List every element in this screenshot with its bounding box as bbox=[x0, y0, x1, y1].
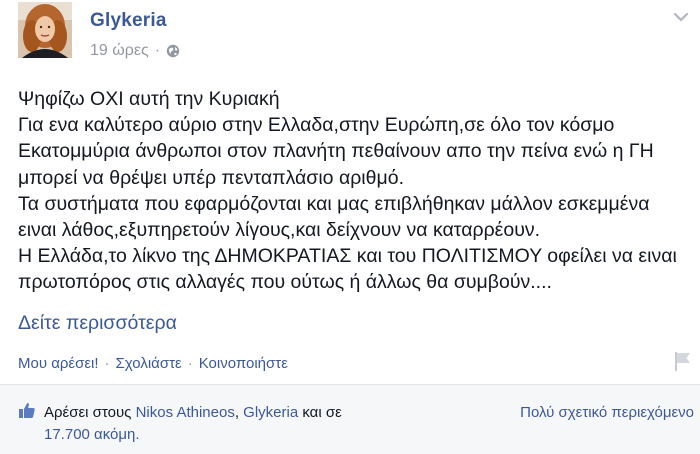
profile-photo bbox=[18, 2, 72, 58]
facebook-post: Glykeria 19 ώρες · Ψηφίζω ΟΧΙ αυτή την Κ… bbox=[0, 0, 700, 454]
post-line: μπορεί να θρέψει υπέρ πενταπλάσιο αριθμό… bbox=[18, 166, 404, 189]
avatar[interactable] bbox=[18, 2, 72, 58]
post-body: Ψηφίζω ΟΧΙ αυτή την Κυριακή Για ενα καλύ… bbox=[18, 86, 700, 296]
liker-link[interactable]: Glykeria bbox=[243, 404, 298, 421]
likes-summary: Αρέσει στους Nikos Athineos, Glykeria κα… bbox=[44, 402, 424, 446]
post-line: πρωτοπόρος στις αλλαγές που ούτως ή άλλω… bbox=[18, 271, 552, 294]
action-separator: · bbox=[104, 355, 110, 372]
post-line: Η Ελλάδα,το λίκνο της ΔΗΜΟΚΡΑΤΙΑΣ και το… bbox=[18, 245, 677, 268]
likes-and: και σε bbox=[302, 404, 342, 421]
relevant-content-link[interactable]: Πολύ σχετικό περιεχόμενο bbox=[520, 404, 694, 421]
post-line: Τα συστήματα που εφαρμόζονται και μας επ… bbox=[18, 192, 650, 215]
meta-separator: · bbox=[154, 42, 161, 59]
globe-icon[interactable] bbox=[166, 44, 180, 58]
post-line: Ψηφίζω ΟΧΙ αυτή την Κυριακή bbox=[18, 88, 280, 110]
likes-comma: , bbox=[234, 404, 239, 421]
author-name[interactable]: Glykeria bbox=[90, 10, 167, 32]
comment-link[interactable]: Σχολιάστε bbox=[116, 355, 182, 372]
chevron-down-icon[interactable] bbox=[672, 10, 690, 24]
post-meta: 19 ώρες · bbox=[90, 42, 180, 60]
see-more-link[interactable]: Δείτε περισσότερα bbox=[18, 312, 177, 335]
share-link[interactable]: Κοινοποιήστε bbox=[199, 355, 288, 372]
liker-link[interactable]: Nikos Athineos bbox=[136, 404, 235, 421]
post-line: Για ενα καλύτερο αύριο στην Ελλαδα,στην … bbox=[18, 114, 615, 137]
thumbs-up-icon bbox=[19, 403, 35, 418]
likes-prefix: Αρέσει στους bbox=[44, 404, 132, 421]
others-link[interactable]: 17.700 ακόμη. bbox=[44, 426, 140, 443]
like-link[interactable]: Μου αρέσει! bbox=[18, 355, 99, 372]
likes-section: Αρέσει στους Nikos Athineos, Glykeria κα… bbox=[0, 385, 700, 454]
flag-icon[interactable] bbox=[672, 350, 692, 372]
post-line: ειναι λάθος,εξυπηρετούν λίγους,και δείχν… bbox=[18, 219, 541, 242]
post-timestamp[interactable]: 19 ώρες bbox=[90, 42, 149, 60]
post-actions: Μου αρέσει! · Σχολιάστε · Κοινοποιήστε bbox=[18, 355, 288, 372]
action-separator: · bbox=[187, 355, 193, 372]
post-line: Εκατομμύρια άνθρωποι στον πλανήτη πεθαίν… bbox=[18, 140, 654, 163]
